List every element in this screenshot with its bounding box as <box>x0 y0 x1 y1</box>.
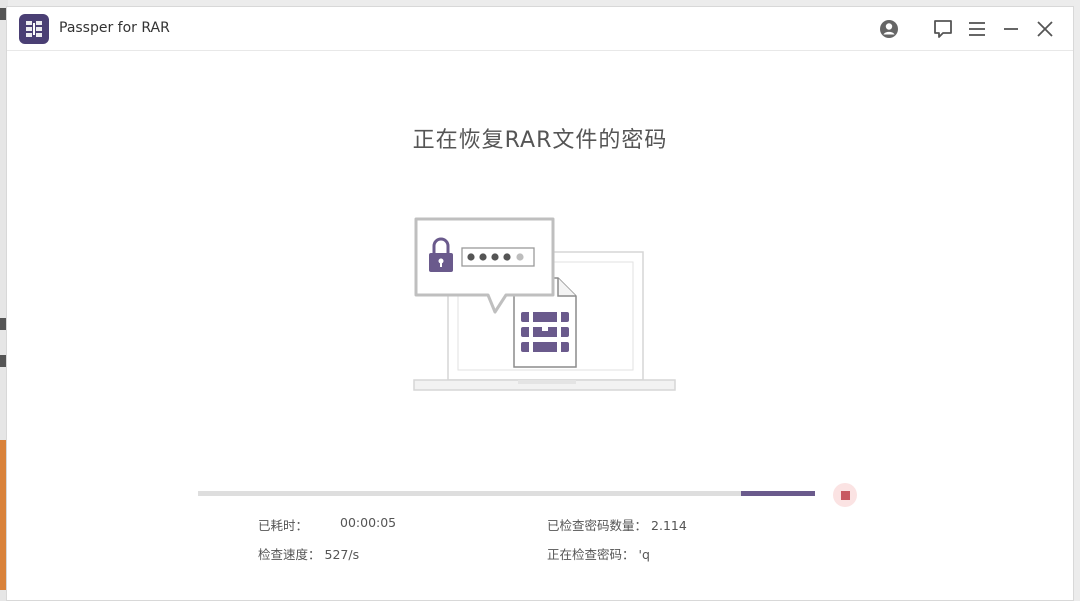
page-title: 正在恢复RAR文件的密码 <box>412 128 668 153</box>
elapsed-time: 已耗时： <box>258 515 308 534</box>
account-icon <box>880 20 898 38</box>
checked-count: 已检查密码数量： 2.114 <box>547 515 687 534</box>
current-password-value: 'q <box>638 547 650 562</box>
current-password-label: 正在检查密码： <box>547 547 635 562</box>
app-logo <box>19 14 49 44</box>
current-password: 正在检查密码：'q <box>547 544 650 563</box>
account-button[interactable] <box>875 15 903 43</box>
recovery-progress-bar <box>198 491 815 496</box>
stop-icon <box>840 490 850 500</box>
checked-count-value: 2.114 <box>651 518 687 533</box>
feedback-button[interactable] <box>929 15 957 43</box>
check-speed-label: 检查速度： <box>258 547 321 562</box>
menu-icon <box>969 22 985 36</box>
title-bar: Passper for RAR <box>7 7 1073 51</box>
recovery-illustration <box>408 210 680 395</box>
elapsed-time-value: 00:00:05 <box>340 515 397 530</box>
menu-button[interactable] <box>963 15 991 43</box>
progress-fill <box>740 491 815 496</box>
laptop-file-lock-illustration <box>413 217 676 391</box>
minimize-icon <box>1004 28 1018 30</box>
stop-button[interactable] <box>833 483 857 507</box>
feedback-icon <box>934 20 952 38</box>
check-speed: 检查速度： 527/s <box>258 544 359 563</box>
elapsed-time-value-wrap: 00:00:05 <box>340 515 396 530</box>
minimize-button[interactable] <box>997 15 1025 43</box>
close-icon <box>1037 21 1053 37</box>
elapsed-time-label: 已耗时： <box>258 518 309 533</box>
checked-count-label: 已检查密码数量： <box>547 518 648 533</box>
app-title: Passper for RAR <box>59 20 170 36</box>
close-button[interactable] <box>1031 15 1059 43</box>
check-speed-value: 527/s <box>324 547 360 562</box>
archive-logo-icon <box>26 20 42 38</box>
